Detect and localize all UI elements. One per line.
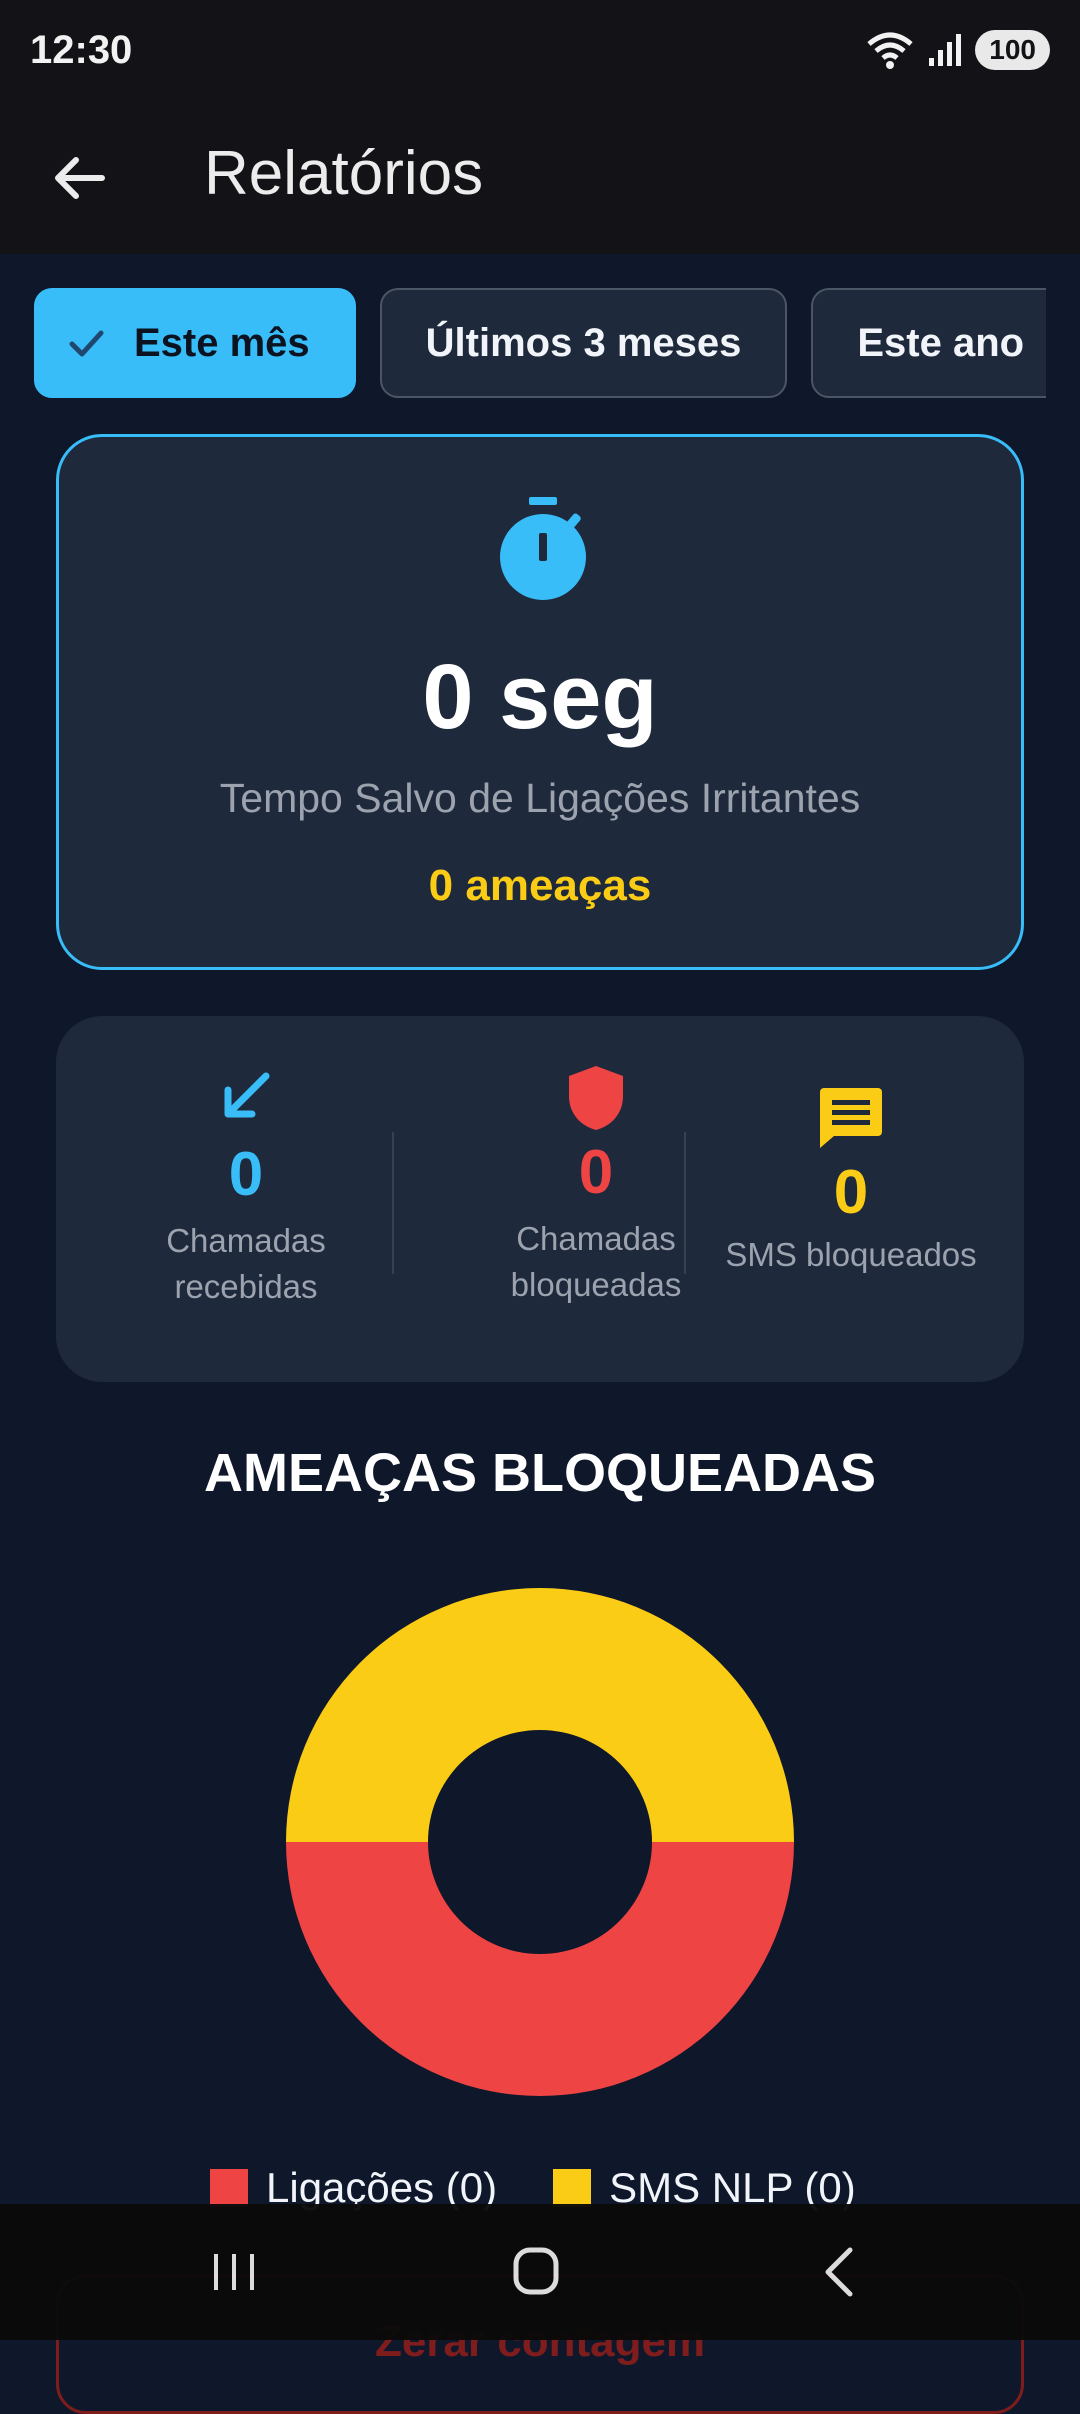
back-icon[interactable]	[800, 2242, 880, 2302]
message-icon	[820, 1088, 882, 1148]
time-saved-value: 0 seg	[422, 646, 658, 748]
signal-icon	[929, 34, 962, 66]
stat-label: Chamadas	[166, 1222, 326, 1259]
shield-icon	[569, 1066, 623, 1130]
page-title: Relatórios	[204, 139, 484, 208]
arrow-down-left-icon	[224, 1072, 270, 1118]
divider	[392, 1132, 394, 1274]
home-icon[interactable]	[496, 2242, 576, 2302]
threats-donut-chart	[286, 1588, 794, 2096]
filter-chip-last-3-months[interactable]: Últimos 3 meses	[379, 288, 788, 398]
filter-chip-this-month[interactable]: Este mês	[34, 288, 356, 398]
stat-received-calls: 0 Chamadas recebidas	[56, 1016, 436, 1382]
stopwatch-icon	[500, 497, 586, 600]
filter-chip-label: Este mês	[134, 320, 310, 365]
main-content: Este mês Últimos 3 meses Este ano 0 seg …	[0, 254, 1080, 2211]
recents-icon[interactable]	[194, 2242, 274, 2302]
status-icons: 100	[865, 30, 1050, 70]
stat-value: 0	[228, 1140, 264, 1209]
filter-chip-this-year[interactable]: Este ano	[811, 288, 1046, 398]
app-bar: Relatórios	[0, 100, 1080, 254]
donut-slice-calls	[286, 1842, 794, 2096]
wifi-icon	[867, 32, 913, 69]
system-nav-bar	[0, 2204, 1080, 2340]
status-bar: 12:30 100	[0, 0, 1080, 100]
time-saved-card: 0 seg Tempo Salvo de Ligações Irritantes…	[56, 434, 1024, 970]
section-title: AMEAÇAS BLOQUEADAS	[203, 1443, 877, 1503]
legend-swatch	[553, 2169, 592, 2207]
battery-indicator: 100	[975, 30, 1050, 70]
stat-label: SMS bloqueados	[725, 1236, 977, 1273]
stat-value: 0	[833, 1158, 869, 1227]
divider	[684, 1132, 686, 1274]
time-saved-label: Tempo Salvo de Ligações Irritantes	[219, 775, 861, 821]
stats-card: 0 Chamadas recebidas 0 Chamadas bloquead…	[56, 1016, 1024, 1382]
arrow-left-icon[interactable]	[50, 148, 110, 208]
legend-swatch	[210, 2169, 248, 2207]
threats-count: 0 ameaças	[428, 861, 652, 910]
stat-blocked-sms: 0 SMS bloqueados	[696, 1016, 1006, 1382]
filter-chip-label: Este ano	[857, 320, 1025, 365]
check-icon	[69, 330, 104, 357]
stat-label: recebidas	[174, 1268, 318, 1305]
status-time: 12:30	[30, 27, 133, 72]
period-filter: Este mês Últimos 3 meses Este ano	[34, 288, 1046, 402]
donut-slice-sms	[286, 1588, 794, 1842]
filter-chip-label: Últimos 3 meses	[425, 320, 742, 365]
